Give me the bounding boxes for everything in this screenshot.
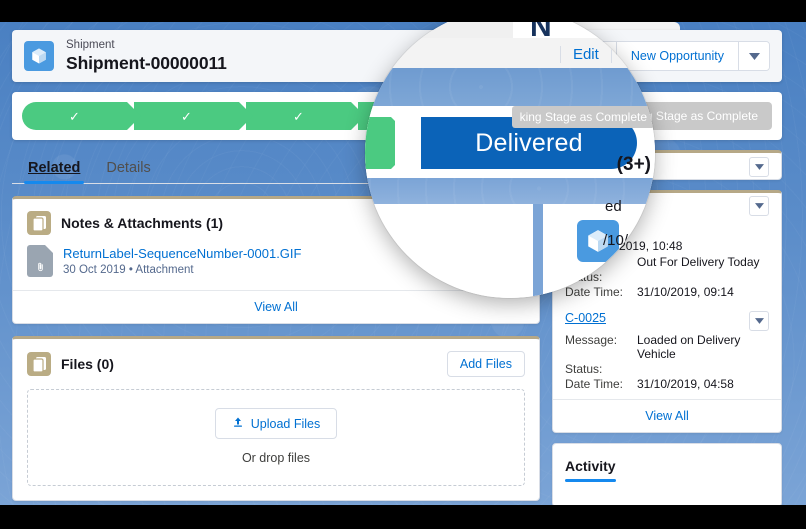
- files-card: Files (0) Add Files Upload Files Or drop…: [12, 336, 540, 502]
- upload-files-label: Upload Files: [250, 416, 321, 431]
- tracking-status-value: [637, 270, 769, 284]
- tracking-date-value: 31/10/2019, 09:14: [637, 285, 734, 299]
- add-files-button[interactable]: Add Files: [446, 351, 525, 378]
- magnifier-lens-content: N Edit Ne Delivered king Stage as Comple…: [365, 8, 655, 298]
- activity-card: Activity: [552, 443, 782, 507]
- lens-mark-stage-complete-button[interactable]: king Stage as Complete: [511, 106, 655, 128]
- top-letterbox: [0, 0, 806, 22]
- tab-activity[interactable]: Activity: [565, 458, 616, 482]
- upload-files-button[interactable]: Upload Files: [214, 408, 338, 440]
- files-card-title: Files (0): [61, 356, 114, 373]
- tracking-entry-fields: Message: Loaded on Delivery Vehicle Stat…: [565, 333, 769, 391]
- upload-icon: [232, 416, 244, 431]
- notes-card-title: Notes & Attachments (1): [61, 215, 224, 231]
- page-title: Shipment-00000011: [66, 52, 227, 73]
- lens-stage-label: Delivered: [475, 128, 583, 157]
- lens-header-action-group: Edit Ne: [559, 41, 655, 67]
- chevron-down-icon[interactable]: [739, 42, 769, 70]
- chevron-down-icon[interactable]: [749, 311, 769, 331]
- files-icon: [27, 352, 51, 377]
- lens-edit-button[interactable]: Edit: [559, 45, 611, 63]
- lens-related-count: (3+): [616, 154, 651, 175]
- tracking-status-value: [637, 362, 769, 376]
- drop-files-hint: Or drop files: [241, 451, 311, 466]
- check-icon: ✓: [181, 108, 192, 124]
- tracking-date-value: 31/10/2019, 04:58: [637, 377, 734, 391]
- attachment-subtext: 30 Oct 2019 • Attachment: [63, 263, 194, 276]
- chevron-down-icon[interactable]: [749, 157, 769, 177]
- tracking-message-key: Message:: [565, 333, 618, 347]
- tab-details[interactable]: Details: [106, 160, 150, 183]
- tracking-status-key: Status:: [565, 362, 603, 376]
- shipment-box-icon: [24, 41, 54, 71]
- tracking-message-value: Loaded on Delivery Vehicle: [637, 333, 741, 361]
- chevron-down-icon[interactable]: [749, 196, 769, 216]
- attachment-meta: ReturnLabel-SequenceNumber-0001.GIF 30 O…: [63, 245, 301, 278]
- tracking-message-value: Out For Delivery Today: [637, 255, 760, 269]
- notes-attachments-icon: [27, 211, 51, 235]
- tracking-entry-id-link[interactable]: C-0025: [565, 311, 606, 325]
- lens-new-opportunity-button[interactable]: Ne: [610, 45, 655, 63]
- lens-desktop-band-top: [365, 68, 655, 106]
- attachment-file-icon: [27, 245, 53, 277]
- magnifier-lens: N Edit Ne Delivered king Stage as Comple…: [365, 8, 655, 298]
- record-titles: Shipment Shipment-00000011: [66, 39, 227, 72]
- lens-column-gap: [533, 204, 543, 298]
- tracking-entry: C-0025 Message: Loaded on Delivery Vehic…: [553, 307, 781, 399]
- path-stage-3[interactable]: ✓: [245, 102, 365, 130]
- bottom-letterbox: [0, 505, 806, 529]
- attachment-name-link[interactable]: ReturnLabel-SequenceNumber-0001.GIF: [63, 245, 301, 263]
- check-icon: ✓: [293, 108, 304, 124]
- file-dropzone[interactable]: Upload Files Or drop files: [27, 389, 525, 487]
- check-icon: ✓: [69, 108, 80, 124]
- tracking-view-all-link[interactable]: View All: [553, 399, 781, 432]
- files-card-header: Files (0) Add Files: [13, 339, 539, 387]
- path-stage-2[interactable]: ✓: [133, 102, 253, 130]
- lens-path-stage-complete[interactable]: [365, 117, 417, 169]
- object-label: Shipment: [66, 39, 115, 52]
- path-stage-1[interactable]: ✓: [22, 102, 141, 130]
- tab-related[interactable]: Related: [23, 160, 85, 184]
- lens-tracking-datetime: /10/2019, 10:48: [603, 232, 655, 249]
- tracking-entry-head: C-0025: [565, 311, 769, 331]
- tracking-date-key: Date Time:: [565, 377, 624, 391]
- lens-tracking-status-fragment: ed: [605, 198, 622, 215]
- screenshot-root: N Shipment Shipment-00000011 Edit New Op…: [0, 0, 806, 529]
